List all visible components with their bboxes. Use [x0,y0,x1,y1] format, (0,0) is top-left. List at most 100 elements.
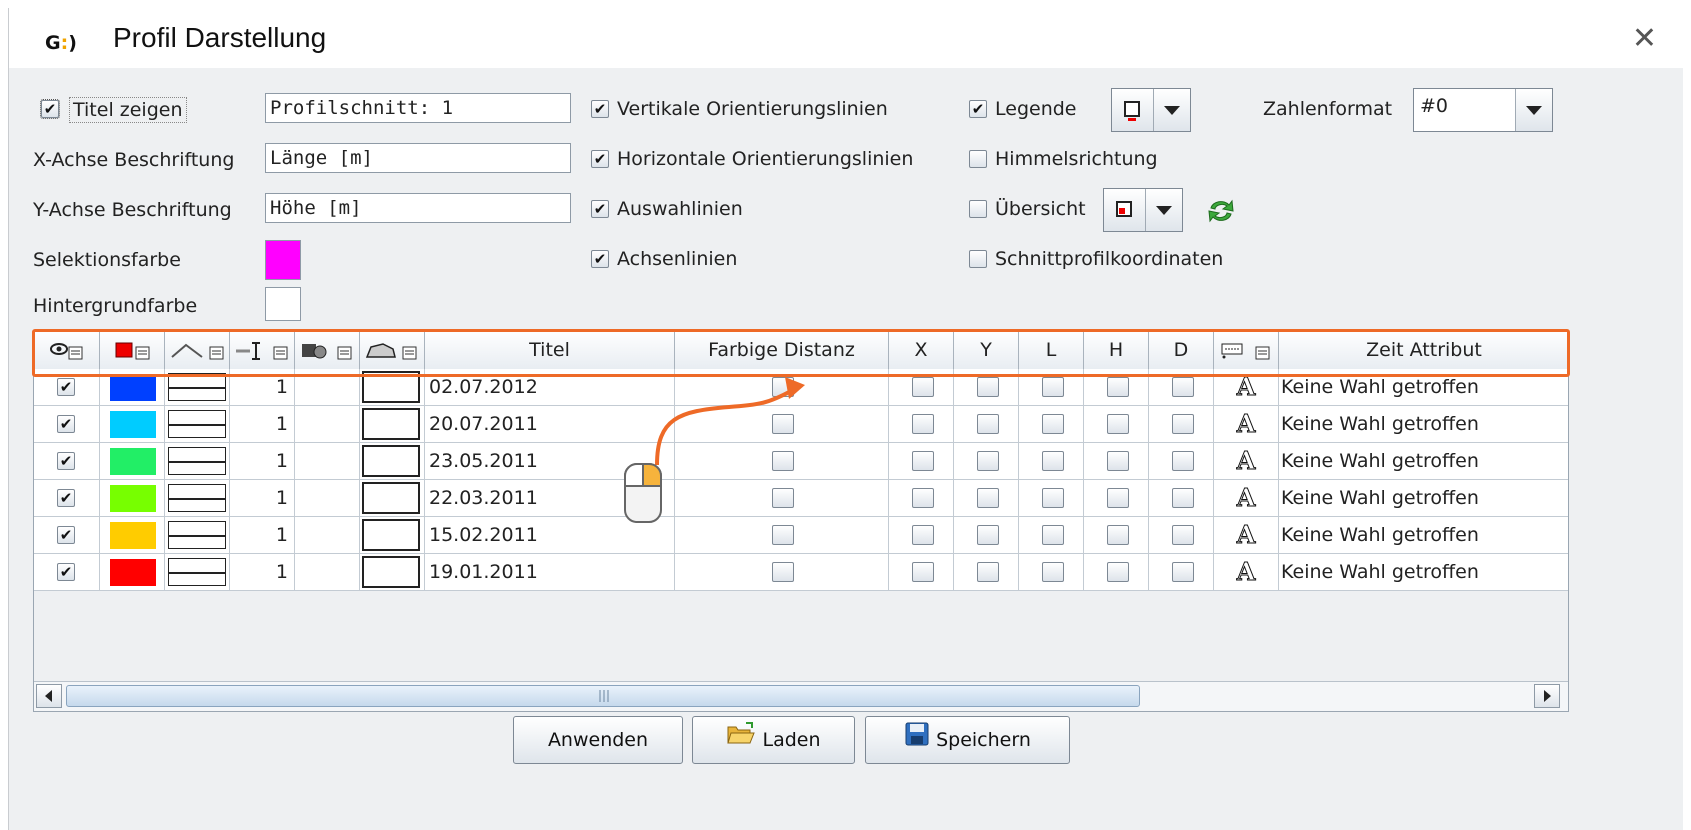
titel-zeigen-checkbox[interactable]: ✔ [40,99,60,119]
row-h-checkbox[interactable] [1106,414,1129,434]
horizontale-checkbox[interactable]: ✔ [591,150,609,168]
row-l-checkbox[interactable] [1041,488,1064,508]
row-fill-style[interactable] [362,519,420,551]
row-titel[interactable]: 19.01.2011 [425,554,675,590]
row-color-swatch[interactable] [110,448,156,475]
row-x-checkbox[interactable] [911,525,934,545]
row-color-swatch[interactable] [110,374,156,401]
row-line-width[interactable]: 1 [230,554,295,590]
row-h-checkbox[interactable] [1106,525,1129,545]
row-x-checkbox[interactable] [911,562,934,582]
row-d-checkbox[interactable] [1171,525,1194,545]
row-x-checkbox[interactable] [911,451,934,471]
cell-lab[interactable]: A [1214,443,1279,479]
row-h-checkbox[interactable] [1106,451,1129,471]
row-fill-style[interactable] [362,371,420,403]
row-zeit-attribut[interactable]: Keine Wahl getroffen [1279,369,1568,405]
vertikale-checkbox[interactable]: ✔ [591,100,609,118]
col-zeit-attribut-header[interactable]: Zeit Attribut [1279,331,1568,369]
scroll-right-button[interactable] [1534,684,1560,708]
row-line-width[interactable]: 1 [230,369,295,405]
col-y-header[interactable]: Y [954,331,1019,369]
row-l-checkbox[interactable] [1041,414,1064,434]
col-line-style-header[interactable] [165,331,230,369]
selektionsfarbe-swatch[interactable] [265,240,301,280]
uebersicht-position-combo[interactable] [1103,188,1183,232]
row-l-checkbox[interactable] [1041,451,1064,471]
speichern-button[interactable]: Speichern [865,716,1070,764]
col-label-header[interactable] [1214,331,1279,369]
row-line-width[interactable]: 1 [230,406,295,442]
row-visible-checkbox[interactable]: ✔ [57,378,75,396]
row-fd-checkbox[interactable] [772,562,794,582]
cell-lab[interactable]: A [1214,517,1279,553]
anwenden-button[interactable]: Anwenden [513,716,683,764]
col-area-header[interactable] [360,331,425,369]
x-achse-input[interactable]: Länge [m] [265,143,571,173]
col-fill-header[interactable] [295,331,360,369]
row-l-checkbox[interactable] [1041,562,1064,582]
col-d-header[interactable]: D [1149,331,1214,369]
legende-checkbox[interactable]: ✔ [969,100,987,118]
row-fill-style[interactable] [362,408,420,440]
schnittprofil-checkbox[interactable] [969,250,987,268]
laden-button[interactable]: Laden [692,716,855,764]
row-color-swatch[interactable] [110,559,156,586]
horizontal-scrollbar[interactable] [34,681,1568,711]
col-visibility-header[interactable] [34,331,100,369]
row-color-swatch[interactable] [110,411,156,438]
row-zeit-attribut[interactable]: Keine Wahl getroffen [1279,554,1568,590]
titel-input[interactable]: Profilschnitt: 1 [265,93,571,123]
row-y-checkbox[interactable] [976,562,999,582]
row-zeit-attribut[interactable]: Keine Wahl getroffen [1279,480,1568,516]
col-h-header[interactable]: H [1084,331,1149,369]
row-y-checkbox[interactable] [976,451,999,471]
col-color-header[interactable] [100,331,165,369]
col-line-width-header[interactable] [230,331,295,369]
refresh-icon[interactable] [1205,196,1237,226]
row-color-swatch[interactable] [110,522,156,549]
row-fill-style[interactable] [362,445,420,477]
row-d-checkbox[interactable] [1171,488,1194,508]
row-zeit-attribut[interactable]: Keine Wahl getroffen [1279,517,1568,553]
row-line-width[interactable]: 1 [230,443,295,479]
row-zeit-attribut[interactable]: Keine Wahl getroffen [1279,443,1568,479]
auswahllinien-checkbox[interactable]: ✔ [591,200,609,218]
achsenlinien-checkbox[interactable]: ✔ [591,250,609,268]
y-achse-input[interactable]: Höhe [m] [265,193,571,223]
col-l-header[interactable]: L [1019,331,1084,369]
cell-lab[interactable]: A [1214,480,1279,516]
row-x-checkbox[interactable] [911,488,934,508]
table-row[interactable]: ✔ 1 19.01.2011 A Keine Wahl getroffen [34,554,1568,591]
row-h-checkbox[interactable] [1106,562,1129,582]
row-l-checkbox[interactable] [1041,377,1064,397]
row-visible-checkbox[interactable]: ✔ [57,415,75,433]
row-zeit-attribut[interactable]: Keine Wahl getroffen [1279,406,1568,442]
row-y-checkbox[interactable] [976,414,999,434]
row-d-checkbox[interactable] [1171,562,1194,582]
row-l-checkbox[interactable] [1041,525,1064,545]
row-line-style[interactable] [168,558,226,586]
row-line-style[interactable] [168,447,226,475]
row-visible-checkbox[interactable]: ✔ [57,563,75,581]
row-x-checkbox[interactable] [911,377,934,397]
row-line-style[interactable] [168,521,226,549]
scroll-left-button[interactable] [36,684,62,708]
row-color-swatch[interactable] [110,485,156,512]
row-h-checkbox[interactable] [1106,377,1129,397]
cell-lab[interactable]: A [1214,406,1279,442]
row-visible-checkbox[interactable]: ✔ [57,452,75,470]
row-x-checkbox[interactable] [911,414,934,434]
row-line-style[interactable] [168,373,226,401]
uebersicht-checkbox[interactable] [969,200,987,218]
row-visible-checkbox[interactable]: ✔ [57,526,75,544]
scroll-thumb[interactable] [66,685,1140,707]
row-y-checkbox[interactable] [976,488,999,508]
row-d-checkbox[interactable] [1171,451,1194,471]
legende-position-combo[interactable] [1111,88,1191,132]
cell-lab[interactable]: A [1214,554,1279,590]
himmelsrichtung-checkbox[interactable] [969,150,987,168]
row-h-checkbox[interactable] [1106,488,1129,508]
zahlenformat-combo[interactable]: #0 [1413,88,1553,132]
row-line-width[interactable]: 1 [230,480,295,516]
